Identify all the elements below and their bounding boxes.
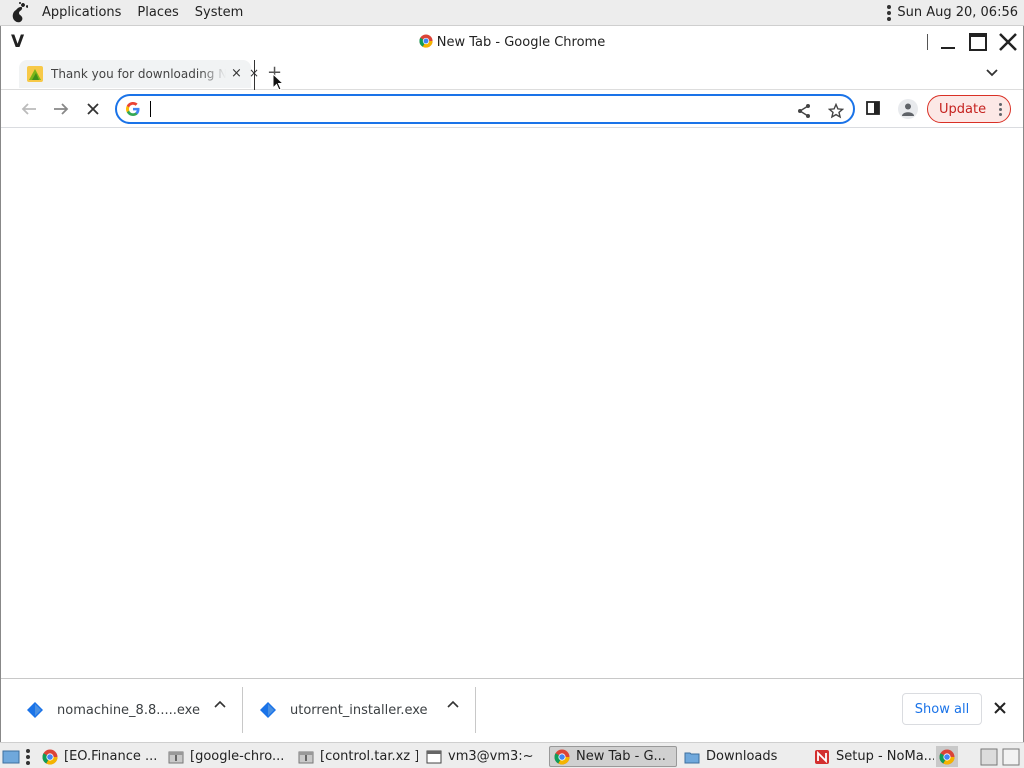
terminal-icon (426, 750, 442, 763)
task-google-chrome-archive[interactable]: [google-chro... (164, 746, 290, 767)
task-label: Setup - NoMa... (836, 749, 934, 764)
tab-thank-you[interactable]: Thank you for downloading No × (19, 60, 251, 88)
taskbar-handle-icon[interactable] (26, 746, 34, 767)
update-button[interactable]: Update (927, 95, 1011, 123)
archive-icon (168, 751, 184, 763)
nomachine-favicon-icon (27, 66, 43, 82)
profile-button[interactable] (898, 99, 918, 119)
tab-strip: Thank you for downloading No × × + (1, 58, 1023, 90)
chrome-icon (939, 749, 955, 765)
nomachine-icon (815, 749, 829, 764)
show-desktop-button[interactable] (2, 746, 22, 767)
person-icon (902, 103, 914, 116)
task-label: Downloads (706, 749, 778, 764)
share-button[interactable] (795, 102, 813, 120)
page-content (1, 128, 1023, 676)
download-shelf: nomachine_8.8.....exe utorrent_installer… (1, 678, 1023, 742)
text-caret (150, 101, 151, 117)
chrome-window: V New Tab - Google Chrome Thank you for … (0, 26, 1024, 742)
share-icon (798, 104, 810, 118)
forward-arrow-icon (54, 103, 69, 115)
task-label: [EO.Finance ... (64, 749, 158, 764)
mouse-pointer-icon (272, 73, 284, 91)
panel-right: Sun Aug 20, 06:56 (887, 4, 1024, 21)
installer-file-icon (27, 702, 43, 718)
tab-close-button[interactable]: × (231, 66, 242, 81)
maximize-icon (969, 33, 987, 51)
side-panel-icon (866, 101, 880, 115)
stop-button[interactable] (83, 99, 103, 119)
task-setup-nomachine[interactable]: Setup - NoMa... (810, 746, 934, 767)
task-eo-finance[interactable]: [EO.Finance ... (38, 746, 158, 767)
window-title-container: New Tab - Google Chrome (1, 34, 1023, 50)
forward-button[interactable] (51, 99, 71, 119)
top-panel: Applications Places System Sun Aug 20, 0… (0, 0, 1024, 26)
task-downloads[interactable]: Downloads (680, 746, 804, 767)
minimize-button[interactable] (937, 32, 959, 52)
tab-divider (254, 60, 255, 90)
panel-handle-icon[interactable] (887, 4, 892, 21)
window-close-button[interactable] (997, 32, 1019, 52)
clock[interactable]: Sun Aug 20, 06:56 (897, 5, 1018, 20)
task-label: New Tab - G... (576, 749, 666, 764)
task-label: [google-chro... (190, 749, 285, 764)
folder-icon (684, 752, 700, 763)
google-g-icon (126, 102, 140, 116)
tab-title: Thank you for downloading No (51, 67, 226, 81)
shelf-close-button[interactable] (993, 701, 1007, 719)
tab-search-button[interactable] (985, 66, 999, 84)
task-control-tar[interactable]: [control.tar.xz ] (294, 746, 418, 767)
minimize-icon (941, 47, 955, 49)
address-input[interactable] (147, 98, 853, 120)
chevron-up-icon[interactable] (213, 697, 227, 711)
download-item-nomachine[interactable]: nomachine_8.8.....exe (9, 685, 234, 735)
task-terminal[interactable]: vm3@vm3:~ (422, 746, 546, 767)
window-title: New Tab - Google Chrome (436, 35, 606, 50)
gnome-foot-icon[interactable] (8, 1, 32, 25)
star-icon (828, 103, 844, 119)
chrome-icon (554, 749, 570, 765)
tray-chrome-button[interactable] (936, 746, 958, 767)
back-arrow-icon (21, 103, 36, 115)
download-filename: utorrent_installer.exe (290, 702, 428, 718)
workspace-icon (980, 748, 998, 765)
close-icon (994, 702, 1006, 714)
chevron-up-icon[interactable] (446, 697, 460, 711)
task-label: [control.tar.xz ] (320, 749, 418, 764)
menu-system[interactable]: System (187, 0, 251, 26)
download-filename: nomachine_8.8.....exe (57, 702, 200, 718)
toolbar: Update (1, 90, 1023, 128)
wm-separator (927, 34, 928, 50)
desktop-icon (2, 750, 20, 763)
workspace-1-button[interactable] (980, 746, 1000, 767)
show-all-button[interactable]: Show all (902, 693, 982, 725)
chrome-icon (419, 34, 433, 48)
stop-x-icon (87, 103, 99, 115)
close-icon (999, 33, 1017, 51)
download-item-utorrent[interactable]: utorrent_installer.exe (242, 685, 467, 735)
back-button[interactable] (19, 99, 39, 119)
omnibox[interactable] (115, 94, 855, 124)
chevron-down-icon (986, 69, 998, 77)
bottom-taskbar: [EO.Finance ... [google-chro... [control… (0, 742, 1024, 768)
chrome-icon (42, 749, 58, 765)
workspace-icon (1002, 748, 1020, 765)
workspace-2-button[interactable] (1002, 746, 1022, 767)
archive-icon (298, 751, 314, 763)
bookmark-button[interactable] (827, 102, 845, 120)
kebab-menu-icon[interactable] (999, 102, 1003, 116)
task-new-tab-chrome[interactable]: New Tab - G... (549, 746, 677, 767)
download-separator (475, 687, 476, 733)
task-label: vm3@vm3:~ (448, 749, 534, 764)
installer-file-icon (260, 702, 276, 718)
side-panel-button[interactable] (865, 100, 881, 120)
menu-places[interactable]: Places (129, 0, 186, 26)
menu-applications[interactable]: Applications (34, 0, 129, 26)
titlebar[interactable]: V New Tab - Google Chrome (1, 26, 1023, 58)
update-label: Update (939, 101, 987, 117)
maximize-button[interactable] (967, 32, 989, 52)
